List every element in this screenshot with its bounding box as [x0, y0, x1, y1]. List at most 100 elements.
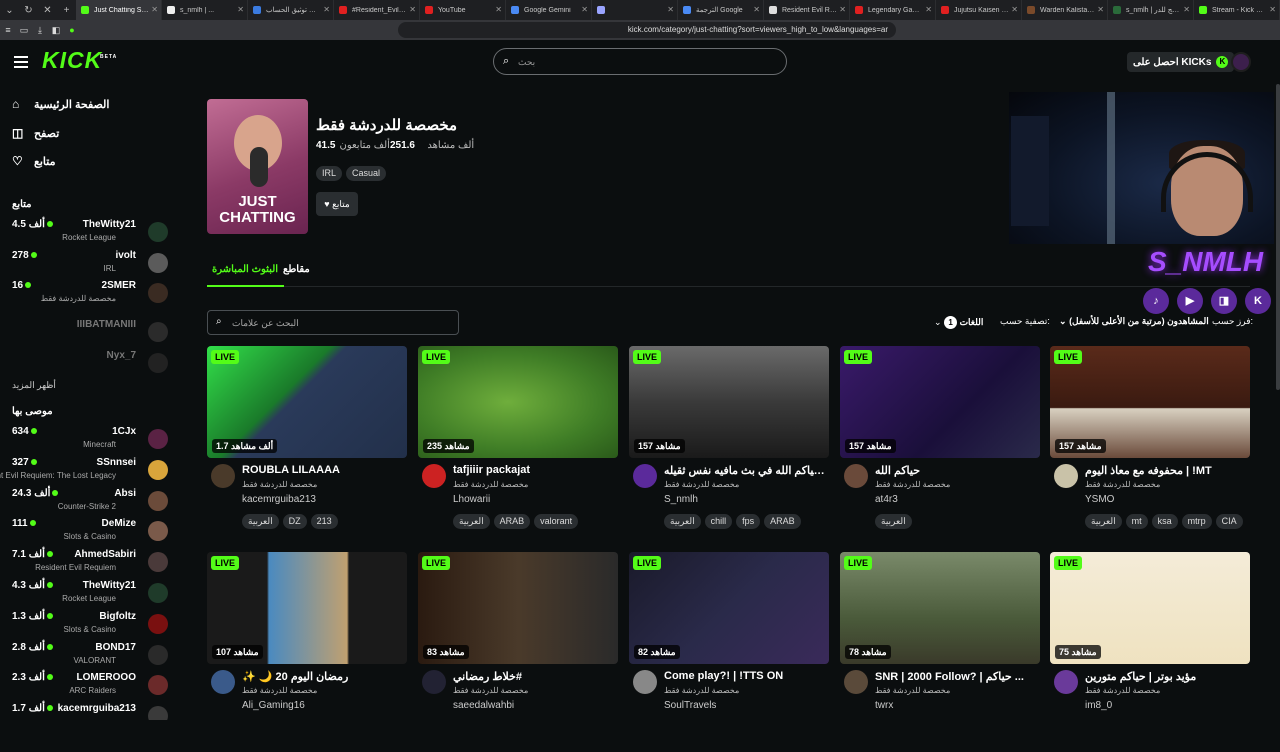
browser-tab[interactable]: s_nmlh | أفضل برنامج للدر✕ — [1108, 0, 1194, 20]
stream-tag[interactable]: العربية — [1085, 514, 1122, 529]
sidebar-channel[interactable]: SSnnsei 327 Resident Evil Requiem: The Los… — [0, 457, 170, 485]
stream-tag[interactable]: العربية — [875, 514, 912, 529]
user-avatar[interactable] — [1231, 52, 1251, 72]
nav-following[interactable]: ♡ متابع — [12, 154, 55, 168]
stream-tag[interactable]: mt — [1125, 514, 1148, 529]
stream-thumbnail[interactable]: LIVE 1.7 ألف مشاهد — [207, 346, 407, 458]
streamer-avatar[interactable] — [844, 670, 868, 694]
close-tab-icon[interactable]: ✕ — [38, 0, 57, 20]
extension-icon[interactable]: ◧ — [48, 25, 64, 36]
streamer-avatar[interactable] — [633, 464, 657, 488]
stream-card[interactable]: LIVE 82 مشاهد Come play?! | !TTS ON مخصصة ل… — [629, 552, 829, 752]
get-kicks-button[interactable]: احصل على KICKs K — [1127, 52, 1235, 72]
streamer-avatar[interactable] — [633, 670, 657, 694]
tab-live-streams[interactable]: البثوث المباشرة — [212, 264, 278, 275]
stream-title[interactable]: حياكم الله — [875, 464, 1037, 477]
browser-tab[interactable]: Stream - Kick Dashboard✕ — [1194, 0, 1280, 20]
close-icon[interactable]: ✕ — [839, 5, 846, 14]
browser-tab[interactable]: طلب توثيق الحساب ✕ — [248, 0, 334, 20]
close-icon[interactable]: ✕ — [1183, 5, 1190, 14]
sidebar-icon[interactable]: ▭ — [16, 25, 32, 36]
sidebar-channel[interactable]: TheWitty21 4.3 ألف Rocket League — [10, 580, 170, 608]
stream-tag[interactable]: mtrp — [1181, 514, 1212, 529]
sidebar-channel[interactable]: TheWitty21 4.5 ألف Rocket League — [10, 219, 170, 247]
streamer-name[interactable]: im8_0 — [1085, 700, 1112, 711]
close-icon[interactable]: ✕ — [237, 5, 244, 14]
streamer-name[interactable]: SoulTravels — [664, 700, 716, 711]
stream-card[interactable]: LIVE 1.7 ألف مشاهد ROUBLA LILAAAA مخصصة للد… — [207, 346, 407, 546]
streamer-avatar[interactable] — [211, 464, 235, 488]
stream-tag[interactable]: chill — [704, 514, 733, 529]
sidebar-channel[interactable]: AhmedSabiri 7.1 ألف Resident Evil Requiem — [10, 549, 170, 577]
stream-card[interactable]: LIVE 75 مشاهد مؤيد بوتر | حياكم متورين مخصص… — [1050, 552, 1250, 752]
browser-tab[interactable]: Legendary Gangsta Rap from✕ — [850, 0, 936, 20]
sort-dropdown[interactable]: ⌄ المشاهدون (مرتبة من الأعلى للأسفل) — [1059, 316, 1209, 327]
stream-tag[interactable]: valorant — [534, 514, 579, 529]
stream-tag[interactable]: ARAB — [764, 514, 801, 529]
streamer-name[interactable]: kacemrguiba213 — [242, 494, 316, 505]
stream-thumbnail[interactable]: LIVE 157 مشاهد — [629, 346, 829, 458]
streamer-name[interactable]: YSMO — [1085, 494, 1114, 505]
browser-tab[interactable]: YouTube ✕ — [420, 0, 506, 20]
stream-tag[interactable]: fps — [736, 514, 761, 529]
stream-title[interactable]: tafjiiir packajat — [453, 464, 615, 476]
stream-tag[interactable]: ARAB — [493, 514, 531, 529]
stream-tag[interactable]: العربية — [242, 514, 279, 529]
sidebar-channel[interactable]: Absi 24.3 ألف Counter-Strike 2 — [10, 488, 170, 516]
close-icon[interactable]: ✕ — [495, 5, 502, 14]
stream-thumbnail[interactable]: LIVE 83 مشاهد — [418, 552, 618, 664]
stream-thumbnail[interactable]: LIVE 157 مشاهد — [1050, 346, 1250, 458]
stream-card[interactable]: LIVE 107 مشاهد ✨ 🌙 رمضان اليوم 20 مخصصة للد… — [207, 552, 407, 752]
streamer-avatar[interactable] — [422, 670, 446, 694]
stream-title[interactable]: مؤيد بوتر | حياكم متورين — [1085, 670, 1247, 683]
streamer-avatar[interactable] — [211, 670, 235, 694]
sidebar-channel[interactable]: BOND17 2.8 ألف VALORANT — [10, 642, 170, 670]
stream-tag[interactable]: CIA — [1215, 514, 1243, 529]
stream-tag[interactable]: 213 — [310, 514, 338, 529]
follow-category-button[interactable]: ♥ متابع — [316, 192, 358, 216]
stream-card[interactable]: LIVE 157 مشاهد حياكم الله مخصصة للدردشة فقط… — [840, 346, 1040, 546]
sidebar-channel[interactable]: 1CJx 634 Minecraft — [10, 426, 170, 454]
browser-tab[interactable]: Resident Evil Requiem - بحث✕ — [764, 0, 850, 20]
stream-category[interactable]: مخصصة للدردشة فقط — [664, 686, 739, 695]
show-more-link[interactable]: أظهر المزيد — [12, 380, 56, 391]
stream-title[interactable]: SNR | 2000 Follow? | حياكم ... — [875, 670, 1037, 683]
new-tab-icon[interactable]: + — [57, 0, 76, 20]
browser-tab[interactable]: Google Gemini ✕ — [506, 0, 592, 20]
page-scrollbar[interactable] — [1276, 84, 1280, 390]
streamer-avatar[interactable] — [422, 464, 446, 488]
hamburger-menu-icon[interactable] — [14, 56, 28, 68]
tab-clips[interactable]: مقاطع — [283, 264, 310, 275]
stream-title[interactable]: حياكم الله في بث مافيه نفس ثقيله 😎 — [664, 464, 826, 477]
streamer-name[interactable]: at4r3 — [875, 494, 898, 505]
nav-browse[interactable]: ◫ تصفح — [12, 126, 59, 140]
stream-title[interactable]: Come play?! | !TTS ON — [664, 670, 826, 682]
streamer-avatar[interactable] — [1054, 464, 1078, 488]
stream-category[interactable]: مخصصة للدردشة فقط — [242, 686, 317, 695]
stream-thumbnail[interactable]: LIVE 78 مشاهد — [840, 552, 1040, 664]
browser-tab[interactable]: s_nmlh | ... ✕ — [162, 0, 248, 20]
browser-tab[interactable]: Just Chatting Streaming✕ — [76, 0, 162, 20]
streamer-name[interactable]: Ali_Gaming16 — [242, 700, 305, 711]
category-tag[interactable]: IRL — [316, 166, 343, 181]
ext-green-icon[interactable]: ● — [64, 25, 80, 35]
stream-tag[interactable]: العربية — [664, 514, 701, 529]
tag-search-input[interactable]: ⌕ البحث عن علامات — [207, 310, 459, 335]
stream-card[interactable]: LIVE 83 مشاهد خلاط رمضاني# مخصصة للدردشة فق… — [418, 552, 618, 752]
stream-tag[interactable]: العربية — [453, 514, 490, 529]
close-icon[interactable]: ✕ — [581, 5, 588, 14]
category-tag[interactable]: Casual — [346, 166, 387, 181]
close-icon[interactable]: ✕ — [753, 5, 760, 14]
sidebar-channel[interactable]: DeMize 111 Slots & Casino — [10, 518, 170, 546]
stream-title[interactable]: خلاط رمضاني# — [453, 670, 615, 683]
close-icon[interactable]: ✕ — [1269, 5, 1276, 14]
close-icon[interactable]: ✕ — [925, 5, 932, 14]
menu-icon[interactable]: ≡ — [0, 25, 16, 35]
close-icon[interactable]: ✕ — [1011, 5, 1018, 14]
stream-thumbnail[interactable]: LIVE 235 مشاهد — [418, 346, 618, 458]
close-icon[interactable]: ✕ — [667, 5, 674, 14]
close-icon[interactable]: ✕ — [151, 5, 158, 14]
browser-tab[interactable]: #Resident_Evil_Requiem✕ — [334, 0, 420, 20]
stream-card[interactable]: LIVE 78 مشاهد SNR | 2000 Follow? | حياكم .… — [840, 552, 1040, 752]
close-icon[interactable]: ✕ — [409, 5, 416, 14]
